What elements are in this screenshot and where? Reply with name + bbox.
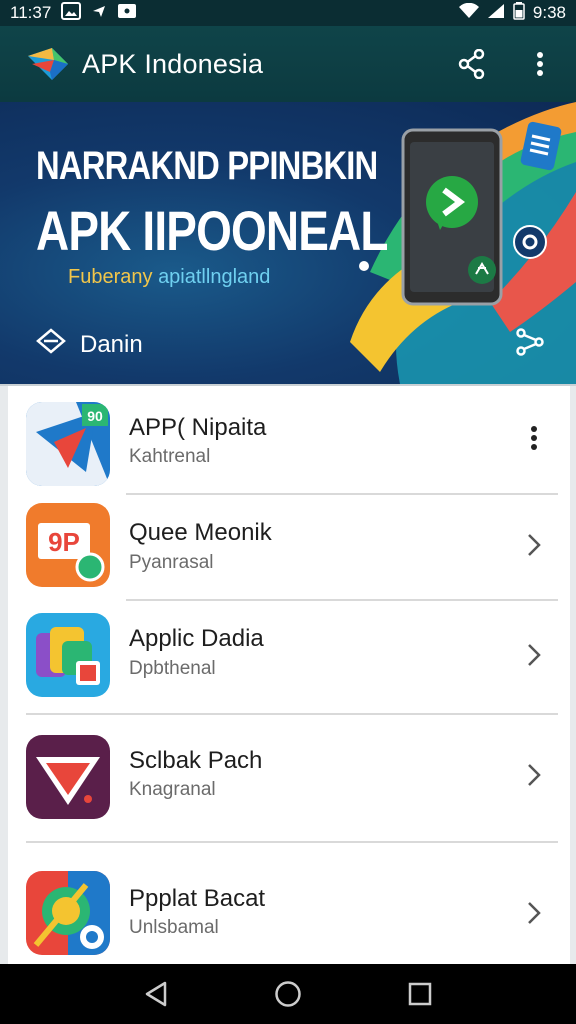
app-icon: 90 (26, 402, 110, 486)
diamond-icon (36, 328, 66, 361)
image-icon (61, 1, 82, 25)
app-subtitle: Kahtrenal (129, 446, 211, 467)
app-icon (26, 871, 110, 955)
banner-subtitle: Fuberany apiatllngland (68, 266, 270, 289)
app-name: Ppplat Bacat (129, 885, 266, 912)
banner-subtitle-part1: Fuberany (68, 266, 159, 288)
home-icon[interactable] (268, 974, 308, 1014)
gutter (0, 386, 8, 964)
banner-cta-button[interactable]: Danin (36, 328, 143, 361)
banner-title-line2: APK IIPOONEAL (36, 199, 388, 262)
app-name: Sclbak Pach (129, 747, 263, 774)
app-bar: APK Indonesia (0, 26, 576, 102)
app-title: APK Indonesia (82, 48, 264, 79)
banner-share-icon[interactable] (516, 328, 544, 361)
app-name: Quee Meonik (129, 519, 272, 546)
list-item[interactable]: Ppplat Bacat Unlsbamal (8, 843, 570, 964)
list-item[interactable]: Applic Dadia Dpbthenal (8, 601, 570, 713)
app-icon: 9P (26, 503, 110, 587)
app-icon (26, 735, 110, 819)
more-vert-icon[interactable] (522, 46, 558, 82)
banner-subtitle-part2: apiatllngland (158, 266, 271, 288)
gutter (570, 386, 576, 964)
app-subtitle: Dpbthenal (129, 658, 216, 679)
app-badge-text: 90 (87, 408, 103, 424)
app-subtitle: Unlsbamal (129, 917, 219, 938)
signal-icon (487, 3, 505, 24)
hero-banner[interactable]: NARRAKND PPINBKIN APK IIPOONEAL Fuberany… (0, 102, 576, 384)
share-icon[interactable] (454, 46, 490, 82)
banner-cta-label: Danin (80, 330, 143, 358)
app-subtitle: Knagranal (129, 779, 216, 800)
status-bar: 11:37 9:38 (0, 0, 576, 26)
status-time: 11:37 (10, 3, 52, 22)
list-item[interactable]: Sclbak Pach Knagranal (8, 715, 570, 841)
chevron-right-icon[interactable] (518, 893, 550, 933)
back-icon[interactable] (136, 974, 176, 1014)
battery-icon (513, 1, 525, 25)
app-list: 90 APP( Nipaita Kahtrenal 9P Quee Meonik… (8, 386, 570, 964)
status-clock: 9:38 (532, 3, 566, 22)
app-name: APP( Nipaita (129, 414, 267, 441)
chevron-right-icon[interactable] (518, 755, 550, 795)
send-icon (91, 3, 107, 24)
list-item[interactable]: 90 APP( Nipaita Kahtrenal (8, 386, 570, 494)
app-logo-icon (24, 40, 72, 88)
more-vert-icon[interactable] (518, 418, 550, 458)
wifi-icon (458, 2, 479, 24)
message-icon (117, 3, 137, 24)
chevron-right-icon[interactable] (518, 525, 550, 565)
app-subtitle: Pyanrasal (129, 552, 214, 573)
app-icon (26, 613, 110, 697)
banner-title-line1: NARRAKND PPINBKIN (36, 144, 378, 188)
app-badge-text: 9P (48, 527, 80, 557)
app-name: Applic Dadia (129, 625, 264, 652)
chevron-right-icon[interactable] (518, 635, 550, 675)
list-item[interactable]: 9P Quee Meonik Pyanrasal (8, 495, 570, 599)
recents-icon[interactable] (400, 974, 440, 1014)
navigation-bar (0, 964, 576, 1024)
